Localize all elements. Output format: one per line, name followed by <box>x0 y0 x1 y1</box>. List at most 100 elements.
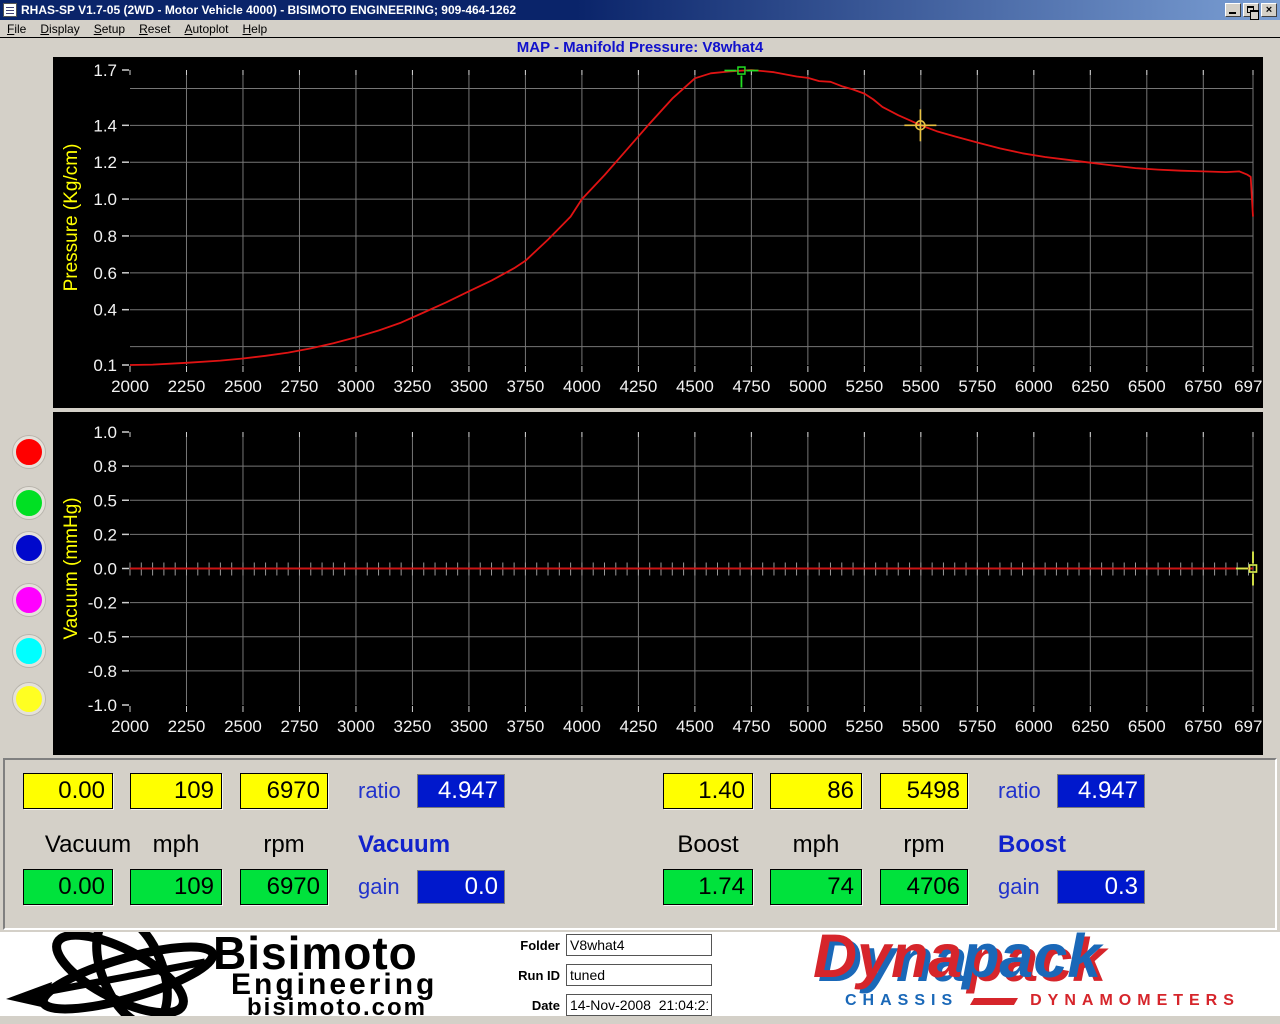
restore-icon <box>1247 6 1254 13</box>
svg-text:1.4: 1.4 <box>93 116 117 135</box>
boost-column-label: Boost <box>663 830 753 860</box>
svg-text:6250: 6250 <box>1071 377 1109 396</box>
menu-item-reset[interactable]: Reset <box>132 20 177 38</box>
app-icon <box>3 3 17 17</box>
svg-text:5750: 5750 <box>958 377 996 396</box>
vacuum-section-label: Vacuum <box>358 830 450 860</box>
svg-text:4000: 4000 <box>563 717 601 736</box>
boost-gain-cursor-value: 1.74 <box>663 869 753 905</box>
svg-text:5500: 5500 <box>902 717 940 736</box>
menu-item-file[interactable]: File <box>0 20 33 38</box>
svg-text:6000: 6000 <box>1015 377 1053 396</box>
pressure-plot[interactable]: 2000225025002750300032503500375040004250… <box>53 57 1263 408</box>
plot-color-button-green[interactable] <box>13 487 45 519</box>
plot-color-button-red[interactable] <box>13 436 45 468</box>
svg-text:4500: 4500 <box>676 717 714 736</box>
svg-text:3500: 3500 <box>450 377 488 396</box>
plot-color-button-yellow[interactable] <box>13 683 45 715</box>
close-button[interactable]: × <box>1261 3 1277 17</box>
window-title: RHAS-SP V1.7-05 (2WD - Motor Vehicle 400… <box>21 3 1223 17</box>
plot-color-button-blue[interactable] <box>13 532 45 564</box>
svg-text:Vacuum (mmHg): Vacuum (mmHg) <box>61 497 82 639</box>
menu-item-autoplot[interactable]: Autoplot <box>177 20 235 38</box>
svg-text:Pressure (Kg/cm): Pressure (Kg/cm) <box>61 144 82 292</box>
svg-text:6750: 6750 <box>1184 717 1222 736</box>
run-id-input[interactable] <box>566 964 712 986</box>
vacuum-ratio-value: 4.947 <box>417 774 505 808</box>
svg-text:3250: 3250 <box>394 377 432 396</box>
dynapack-dash-icon <box>970 998 1018 1005</box>
svg-text:1.7: 1.7 <box>93 61 117 80</box>
dynapack-word-pack: pack <box>962 922 1101 990</box>
dynapack-word-dyna: Dyna <box>813 922 962 990</box>
dynapack-tagline-dynamometers: DYNAMOMETERS <box>1030 992 1240 1010</box>
svg-text:5000: 5000 <box>789 717 827 736</box>
vacuum-cursor-mph: 109 <box>130 773 222 809</box>
svg-text:0.1: 0.1 <box>93 356 117 375</box>
plot-color-button-cyan[interactable] <box>13 635 45 667</box>
date-label: Date <box>500 998 560 1013</box>
svg-text:2250: 2250 <box>168 377 206 396</box>
rpm-column-label-right: rpm <box>880 830 968 860</box>
vacuum-cursor-rpm: 6970 <box>240 773 328 809</box>
svg-text:2750: 2750 <box>281 717 319 736</box>
svg-text:-1.0: -1.0 <box>88 696 117 715</box>
svg-text:4250: 4250 <box>619 717 657 736</box>
menu-item-help[interactable]: Help <box>236 20 275 38</box>
plot-title: MAP - Manifold Pressure: V8what4 <box>0 39 1280 57</box>
svg-text:6500: 6500 <box>1128 377 1166 396</box>
boost-gain-label: gain <box>998 869 1053 905</box>
title-bar: RHAS-SP V1.7-05 (2WD - Motor Vehicle 400… <box>0 0 1280 20</box>
menu-bar: FileDisplaySetupResetAutoplotHelp <box>0 20 1280 38</box>
svg-text:6500: 6500 <box>1128 717 1166 736</box>
boost-gain-value[interactable]: 0.3 <box>1057 870 1145 904</box>
pressure-chart-panel: 2000225025002750300032503500375040004250… <box>53 57 1263 408</box>
svg-text:2500: 2500 <box>224 717 262 736</box>
svg-text:4000: 4000 <box>563 377 601 396</box>
boost-gain-cursor-rpm: 4706 <box>880 869 968 905</box>
svg-text:0.4: 0.4 <box>93 301 117 320</box>
vacuum-plot[interactable]: 2000225025002750300032503500375040004250… <box>53 412 1263 755</box>
svg-text:0.2: 0.2 <box>93 525 117 544</box>
vacuum-gain-cursor-value: 0.00 <box>23 869 113 905</box>
svg-text:3750: 3750 <box>507 717 545 736</box>
vacuum-gain-label: gain <box>358 869 413 905</box>
restore-button[interactable] <box>1243 3 1259 17</box>
window-bottom-edge <box>0 1016 1280 1024</box>
values-panel: 0.00 109 6970 ratio 4.947 Vacuum mph rpm… <box>3 758 1277 930</box>
folder-label: Folder <box>500 938 560 953</box>
svg-text:-0.5: -0.5 <box>88 628 117 647</box>
svg-text:0.8: 0.8 <box>93 227 117 246</box>
svg-text:6000: 6000 <box>1015 717 1053 736</box>
boost-cursor-value: 1.40 <box>663 773 753 809</box>
svg-text:0.5: 0.5 <box>93 491 117 510</box>
svg-text:3750: 3750 <box>507 377 545 396</box>
menu-item-setup[interactable]: Setup <box>87 20 132 38</box>
vacuum-gain-value[interactable]: 0.0 <box>417 870 505 904</box>
svg-text:4750: 4750 <box>732 377 770 396</box>
minimize-button[interactable] <box>1225 3 1241 17</box>
date-input[interactable] <box>566 994 712 1016</box>
folder-input[interactable] <box>566 934 712 956</box>
svg-text:3000: 3000 <box>337 717 375 736</box>
svg-text:6250: 6250 <box>1071 717 1109 736</box>
dynapack-logo: Dynapack CHASSIS DYNAMOMETERS <box>805 932 1265 1016</box>
svg-text:3000: 3000 <box>337 377 375 396</box>
svg-text:5750: 5750 <box>958 717 996 736</box>
svg-text:1.0: 1.0 <box>93 423 117 442</box>
boost-cursor-rpm: 5498 <box>880 773 968 809</box>
svg-text:3250: 3250 <box>394 717 432 736</box>
svg-text:6970: 6970 <box>1234 717 1263 736</box>
svg-text:5000: 5000 <box>789 377 827 396</box>
plot-color-button-magenta[interactable] <box>13 584 45 616</box>
mph-column-label-left: mph <box>130 830 222 860</box>
menu-item-display[interactable]: Display <box>33 20 86 38</box>
svg-text:6750: 6750 <box>1184 377 1222 396</box>
dynapack-tagline-chassis: CHASSIS <box>845 992 958 1010</box>
close-icon: × <box>1266 5 1272 16</box>
mph-column-label-right: mph <box>770 830 862 860</box>
svg-text:2500: 2500 <box>224 377 262 396</box>
svg-text:1.2: 1.2 <box>93 153 117 172</box>
app-window: RHAS-SP V1.7-05 (2WD - Motor Vehicle 400… <box>0 0 1280 1024</box>
vacuum-ratio-label: ratio <box>358 773 413 809</box>
